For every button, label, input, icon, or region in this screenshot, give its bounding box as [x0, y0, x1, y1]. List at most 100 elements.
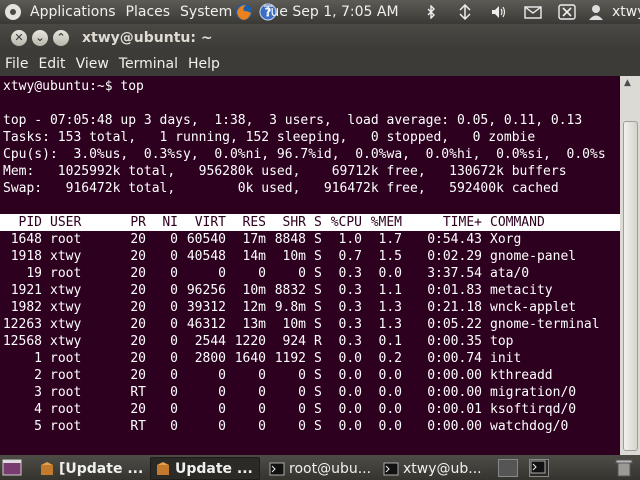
minimize-button[interactable]: ⌄ — [32, 30, 48, 46]
cell-user: xtwy — [50, 317, 82, 332]
menu-view[interactable]: View — [71, 56, 114, 72]
cell-pid: 1648 — [10, 232, 42, 247]
network-icon[interactable] — [454, 0, 476, 24]
table-row: 5 root RT 0 0 0 0 S 0.0 0.0 0:00.00 watchdog/0 — [0, 418, 620, 435]
menu-help[interactable]: Help — [183, 56, 225, 72]
user-name[interactable]: xtwy — [612, 0, 640, 24]
workspace-2[interactable] — [529, 459, 549, 477]
cell-res: 0 — [258, 402, 266, 417]
taskbar-button-label: xtwy@ub... — [403, 460, 482, 477]
workspace-1[interactable] — [498, 459, 518, 477]
system-tray: xtwy — [414, 0, 640, 24]
cell-res: 0 — [258, 266, 266, 281]
column-header-shr: SHR — [282, 215, 306, 230]
cell-s: S — [314, 232, 322, 247]
table-row: 12263 xtwy 20 0 46312 13m 10m S 0.3 1.3 0:05.22 gno… — [0, 316, 620, 333]
cell-mem: 0.2 — [378, 351, 402, 366]
cell-shr: 0 — [298, 368, 306, 383]
volume-icon[interactable] — [488, 0, 510, 24]
cell-time: 0:00.00 — [427, 385, 482, 400]
firefox-icon[interactable] — [235, 3, 253, 21]
taskbar-button[interactable]: [Update ... — [34, 457, 148, 480]
cell-user: root — [50, 232, 82, 247]
column-header-user: USER — [50, 215, 82, 230]
taskbar-button[interactable]: xtwy@ub... — [378, 457, 492, 480]
summary-cpu: Cpu(s): 3.0%us, 0.3%sy, 0.0%ni, 96.7%id,… — [3, 147, 606, 162]
cell-virt: 39312 — [186, 300, 226, 315]
cell-res: 12m — [242, 300, 266, 315]
cell-command: gnome-terminal — [490, 317, 600, 332]
taskbar-button[interactable]: root@ubu... — [264, 457, 378, 480]
cell-time: 0:00.01 — [427, 402, 482, 417]
column-header-pid: PID — [18, 215, 42, 230]
applications-menu[interactable]: Applications — [25, 0, 121, 24]
column-header-pr: PR — [130, 215, 146, 230]
cell-time: 0:00.35 — [427, 334, 482, 349]
cell-time: 3:37.54 — [427, 266, 482, 281]
cell-mem: 0.0 — [378, 385, 402, 400]
cell-time: 0:02.29 — [427, 249, 482, 264]
system-menu[interactable]: System — [175, 0, 237, 24]
summary-tasks: Tasks: 153 total, 1 running, 152 sleepin… — [3, 130, 536, 145]
cell-pid: 1 — [34, 351, 42, 366]
cell-command: ksoftirqd/0 — [490, 402, 577, 417]
menubar: File Edit View Terminal Help — [0, 52, 640, 76]
maximize-button[interactable]: ⌃ — [53, 30, 69, 46]
cell-virt: 96256 — [186, 283, 226, 298]
terminal-output[interactable]: xtwy@ubuntu:~$ top top - 07:05:48 up 3 d… — [0, 76, 620, 455]
chevron-up-icon: ⌃ — [56, 31, 66, 44]
cell-pr: 20 — [130, 300, 146, 315]
cell-mem: 1.3 — [378, 300, 402, 315]
cell-shr: 10m — [282, 249, 306, 264]
cell-virt: 40548 — [186, 249, 226, 264]
terminal-window: ✕ ⌄ ⌃ xtwy@ubuntu: ~ File Edit View Term… — [0, 24, 640, 455]
close-button[interactable]: ✕ — [11, 30, 27, 46]
column-header-res: RES — [242, 215, 266, 230]
cell-cpu: 0.3 — [338, 283, 362, 298]
cell-res: 1640 — [234, 351, 266, 366]
cell-command: migration/0 — [490, 385, 577, 400]
table-row: 1918 xtwy 20 0 40548 14m 10m S 0.7 1.5 0:02.29 gnom… — [0, 248, 620, 265]
menu-terminal[interactable]: Terminal — [114, 56, 183, 72]
cell-pid: 2 — [34, 368, 42, 383]
chat-status-icon[interactable] — [556, 0, 578, 24]
menu-edit[interactable]: Edit — [33, 56, 70, 72]
cell-cpu: 0.0 — [338, 385, 362, 400]
table-row: 2 root 20 0 0 0 0 S 0.0 0.0 0:00.00 kthreadd — [0, 367, 620, 384]
ubuntu-logo-icon[interactable] — [4, 3, 22, 21]
cell-cpu: 0.0 — [338, 368, 362, 383]
cell-user: xtwy — [50, 300, 82, 315]
cell-pid: 1982 — [10, 300, 42, 315]
places-menu[interactable]: Places — [121, 0, 176, 24]
cell-command: metacity — [490, 283, 553, 298]
bluetooth-icon[interactable] — [420, 0, 442, 24]
menu-file[interactable]: File — [0, 56, 33, 72]
cell-ni: 0 — [170, 334, 178, 349]
cell-command: kthreadd — [490, 368, 553, 383]
cell-s: S — [314, 300, 322, 315]
scroll-thumb[interactable] — [623, 121, 638, 451]
table-row: 4 root 20 0 0 0 0 S 0.0 0.0 0:00.01 ksoftirqd/0 — [0, 401, 620, 418]
user-icon[interactable] — [587, 3, 605, 21]
trash-icon[interactable] — [614, 458, 634, 477]
mail-icon[interactable] — [522, 0, 544, 24]
cell-res: 0 — [258, 385, 266, 400]
column-header-command: COMMAND — [490, 215, 545, 230]
cell-user: root — [50, 402, 82, 417]
taskbar-button-label: [Update ... — [59, 460, 144, 477]
scrollbar[interactable]: ▲ — [620, 76, 640, 455]
scroll-up-arrow-icon[interactable]: ▲ — [624, 78, 631, 88]
show-desktop-icon[interactable] — [2, 459, 22, 476]
column-header-s: S — [314, 215, 322, 230]
column-header-virt: VIRT — [194, 215, 226, 230]
clock[interactable]: Tue Sep 1, 7:05 AM — [264, 0, 399, 24]
cell-pr: 20 — [130, 283, 146, 298]
cell-virt: 0 — [218, 402, 226, 417]
window-titlebar[interactable]: ✕ ⌄ ⌃ xtwy@ubuntu: ~ — [0, 24, 640, 52]
cell-shr: 0 — [298, 419, 306, 434]
cell-cpu: 0.3 — [338, 317, 362, 332]
cell-cpu: 1.0 — [338, 232, 362, 247]
cell-cpu: 0.7 — [338, 249, 362, 264]
taskbar-button[interactable]: Update ... — [150, 457, 260, 480]
table-row: 19 root 20 0 0 0 0 S 0.3 0.0 3:37.54 ata/0 — [0, 265, 620, 282]
